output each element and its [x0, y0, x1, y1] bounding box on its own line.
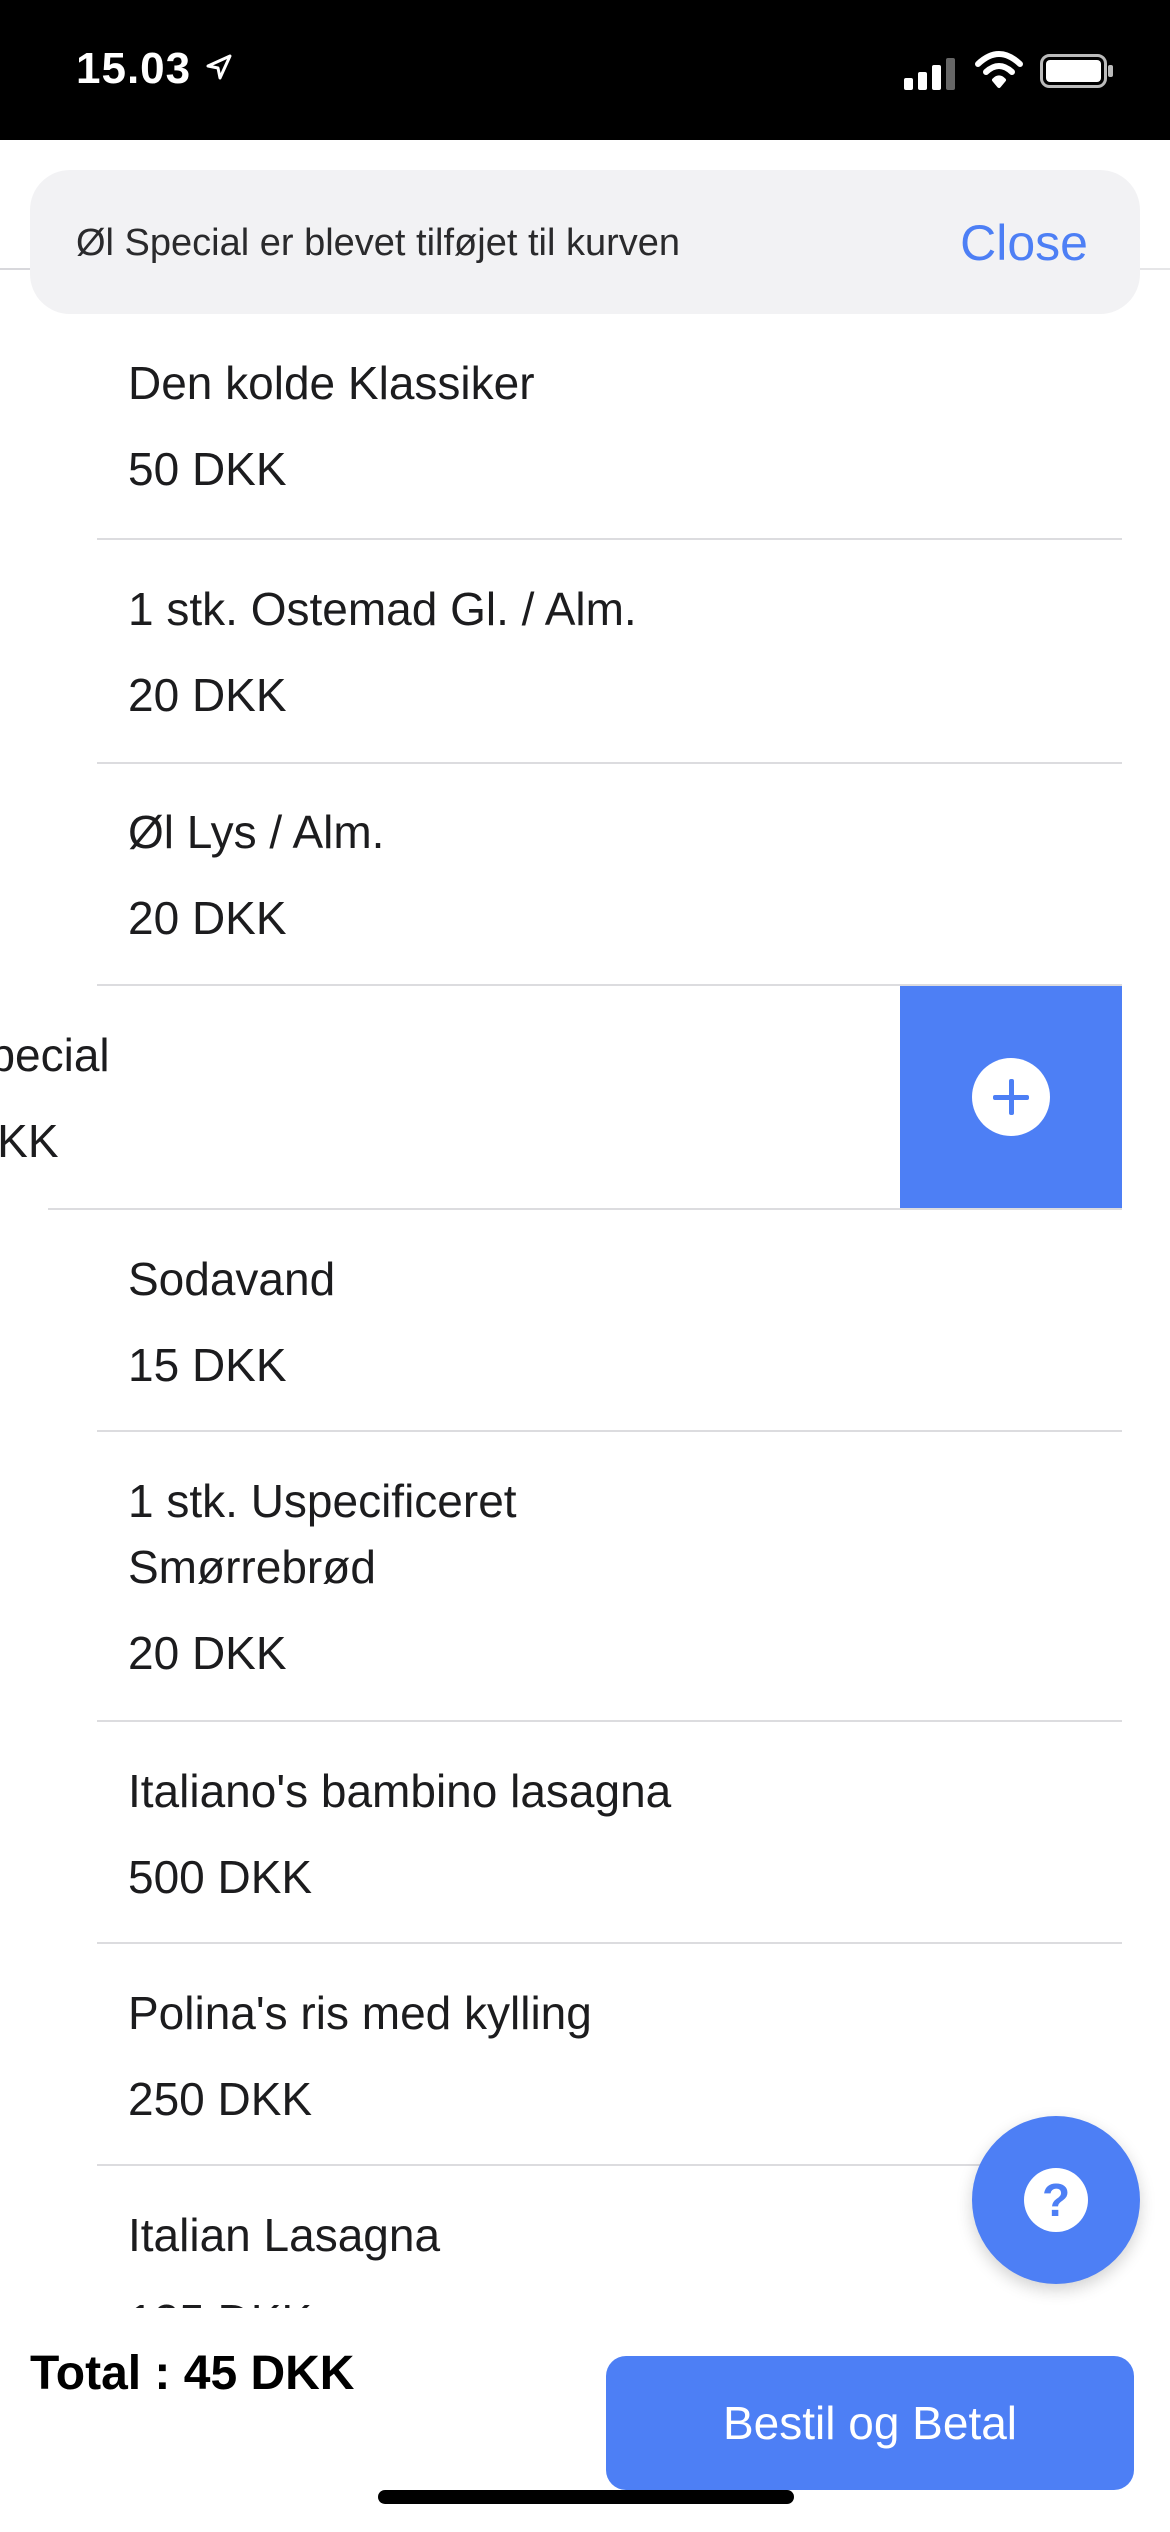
battery-icon — [1040, 54, 1113, 88]
menu-item-name: 1 stk. Ostemad Gl. / Alm. — [128, 583, 637, 635]
menu-item[interactable]: 1 stk. Uspecificeret Smørrebrød 20 DKK — [0, 1432, 1170, 1720]
menu-item-name: 1 stk. Uspecificeret Smørrebrød — [128, 1475, 517, 1593]
help-icon: ? — [1024, 2168, 1088, 2232]
menu-item-name: Italian Lasagna — [128, 2209, 441, 2261]
location-arrow-icon — [206, 54, 232, 80]
menu-item-name: Øl Lys / Alm. — [128, 806, 385, 858]
added-to-cart-toast: Øl Special er blevet tilføjet til kurven… — [30, 170, 1140, 314]
wifi-icon — [975, 51, 1023, 88]
menu-item-price: 50 DKK — [128, 443, 287, 495]
cellular-signal-icon — [904, 58, 955, 90]
menu-item-name: Sodavand — [128, 1253, 336, 1305]
menu-item-name: Øl Special — [0, 1029, 110, 1081]
menu-item-price: 25 DKK — [0, 1115, 59, 1167]
menu-item[interactable]: Polina's ris med kylling 250 DKK — [0, 1944, 1170, 2166]
home-indicator[interactable] — [378, 2490, 794, 2504]
menu-item-price: 500 DKK — [128, 1851, 313, 1903]
menu-item-name: Polina's ris med kylling — [128, 1987, 592, 2039]
status-time: 15.03 — [76, 44, 192, 93]
menu-item[interactable]: Den kolde Klassiker 50 DKK — [0, 314, 1170, 536]
menu-item-price: 20 DKK — [128, 1627, 287, 1679]
order-and-pay-button[interactable]: Bestil og Betal — [606, 2356, 1134, 2490]
add-to-cart-swipe-button[interactable] — [900, 986, 1122, 1208]
menu-item[interactable]: Sodavand 15 DKK — [0, 1210, 1170, 1432]
menu-item-price: 15 DKK — [128, 1339, 287, 1391]
status-bar: 15.03 — [0, 0, 1170, 140]
menu-item-price: 250 DKK — [128, 2073, 313, 2125]
help-button[interactable]: ? — [972, 2116, 1140, 2284]
menu-item[interactable]: Øl Lys / Alm. 20 DKK — [0, 763, 1170, 985]
menu-item-name: Den kolde Klassiker — [128, 357, 535, 409]
menu-item[interactable]: Italiano's bambino lasagna 500 DKK — [0, 1722, 1170, 1944]
menu-item-price: 20 DKK — [128, 892, 287, 944]
cart-total: Total : 45 DKK — [30, 2347, 355, 2400]
plus-icon — [972, 1058, 1050, 1136]
toast-close-button[interactable]: Close — [960, 214, 1088, 272]
menu-item-name: Italiano's bambino lasagna — [128, 1765, 672, 1817]
menu-item[interactable]: 1 stk. Ostemad Gl. / Alm. 20 DKK — [0, 540, 1170, 762]
toast-message: Øl Special er blevet tilføjet til kurven — [76, 222, 681, 264]
menu-item-price: 20 DKK — [128, 669, 287, 721]
header-divider — [0, 268, 30, 270]
